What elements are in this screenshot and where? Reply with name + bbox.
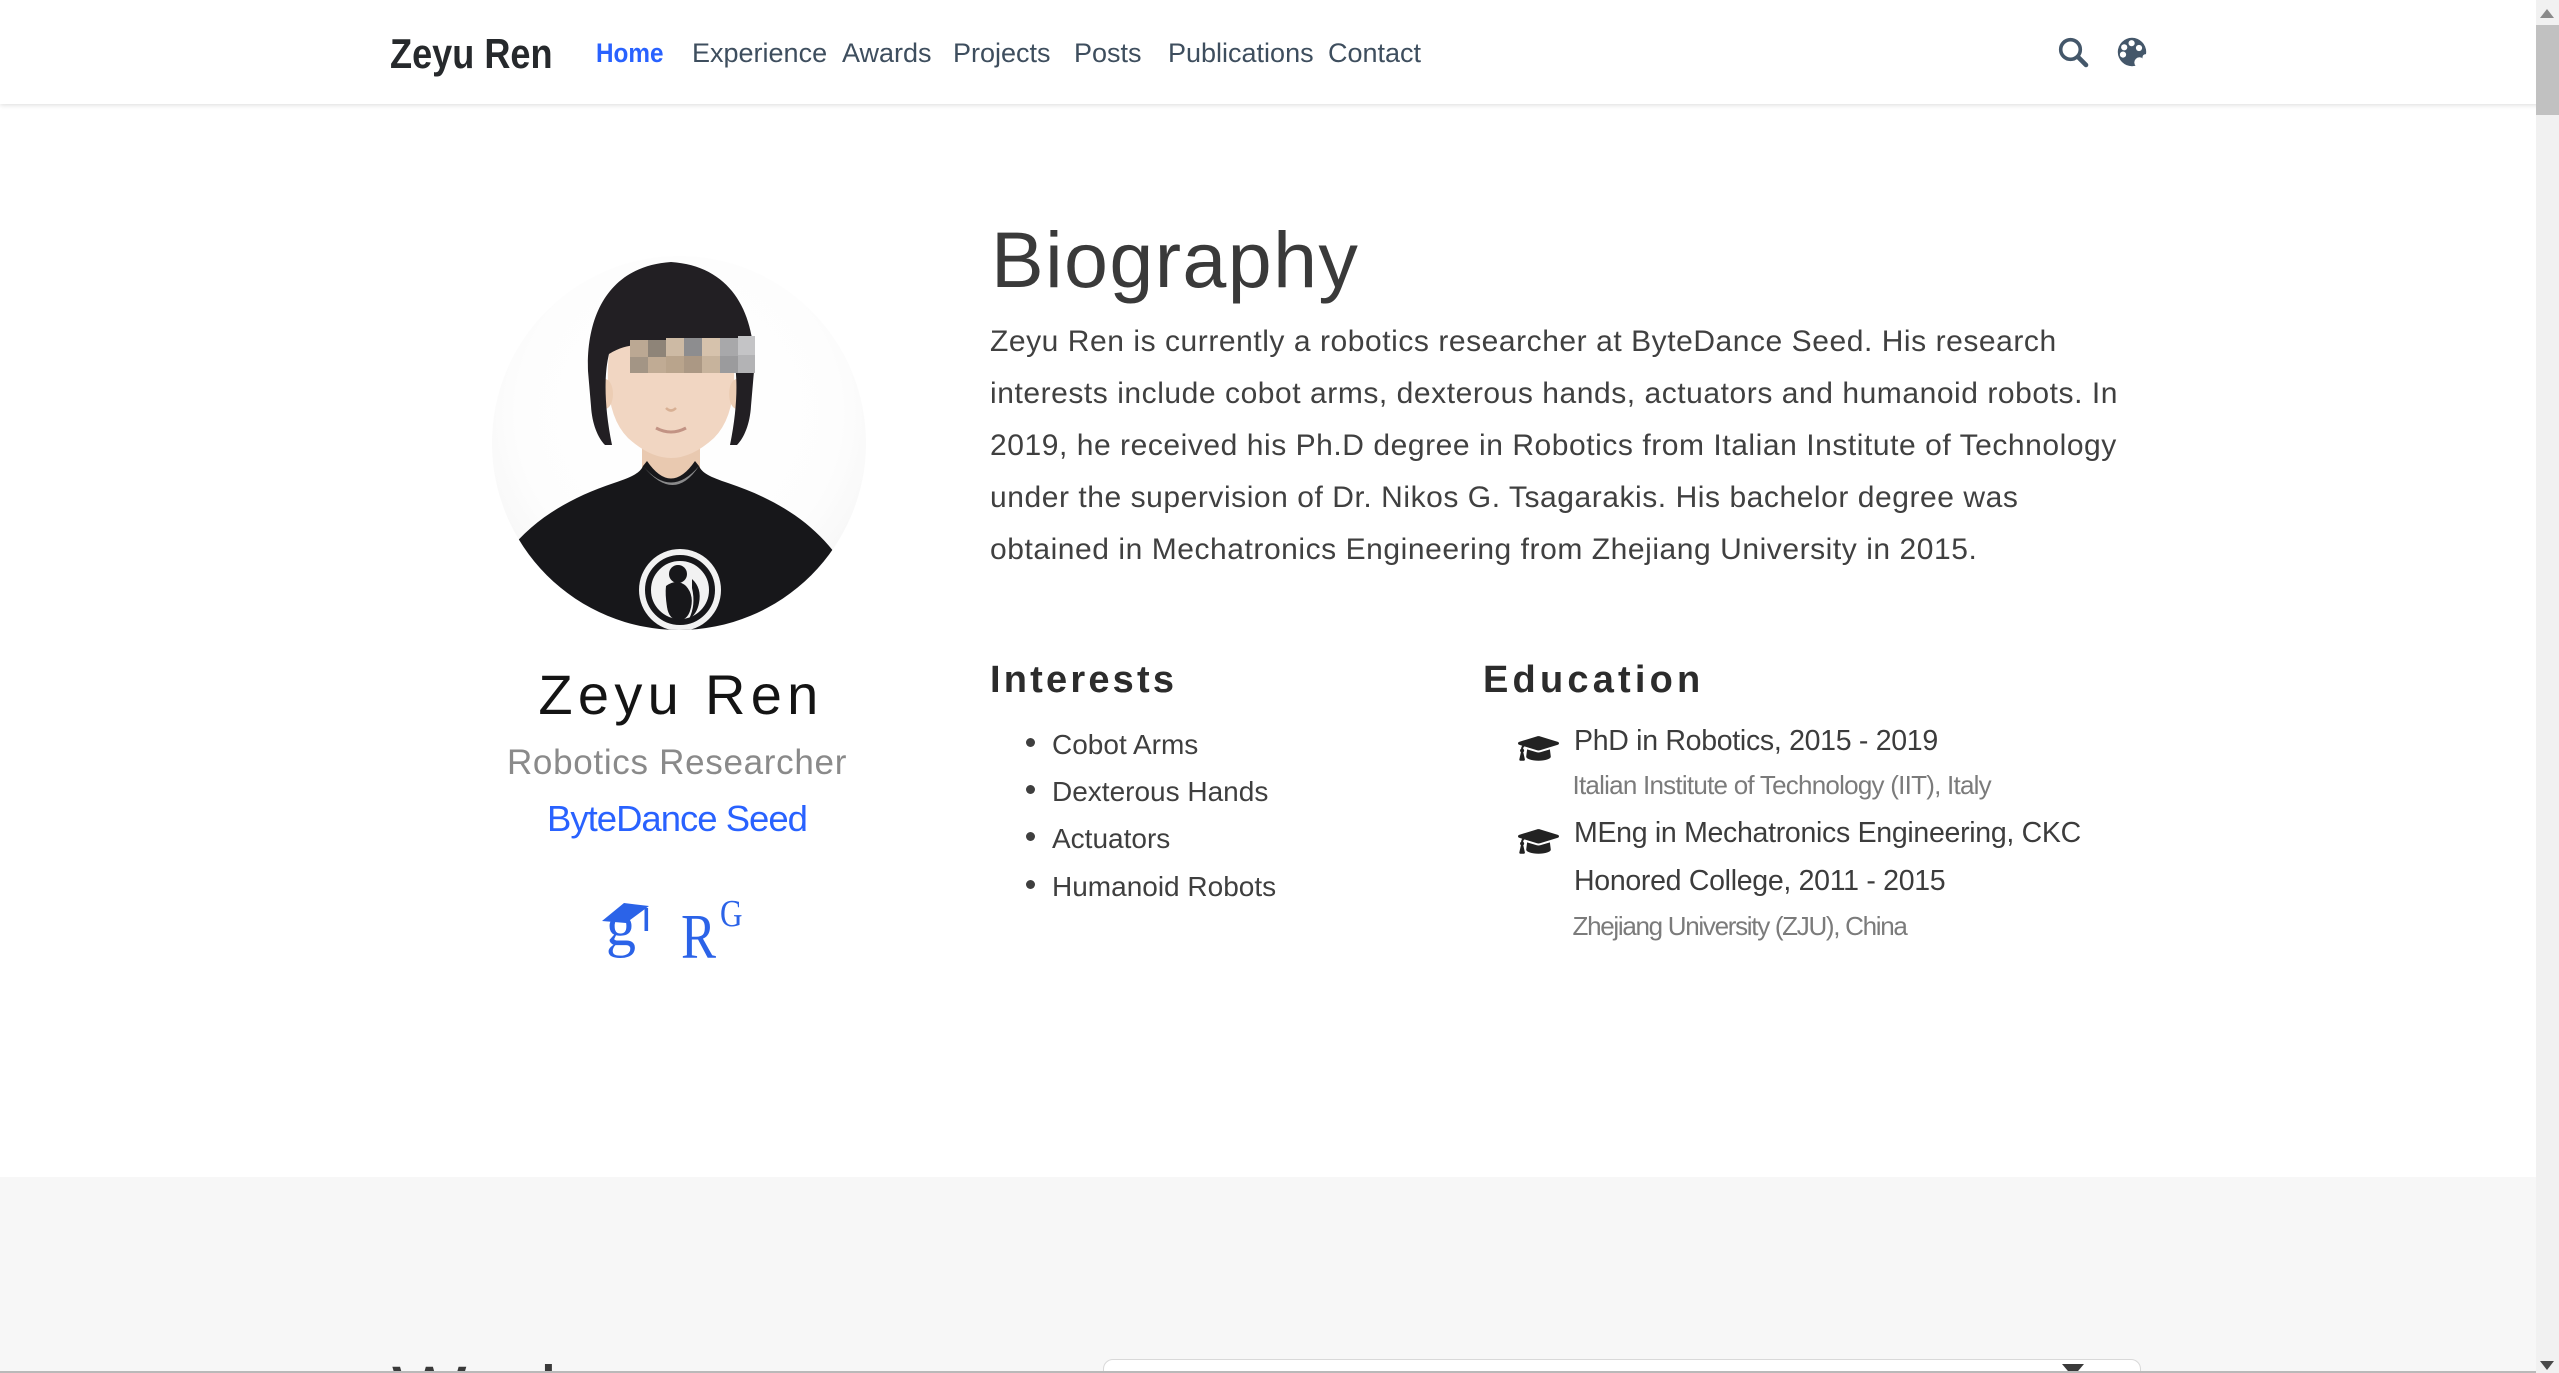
svg-text:G: G (720, 896, 743, 935)
svg-text:R: R (681, 901, 716, 966)
